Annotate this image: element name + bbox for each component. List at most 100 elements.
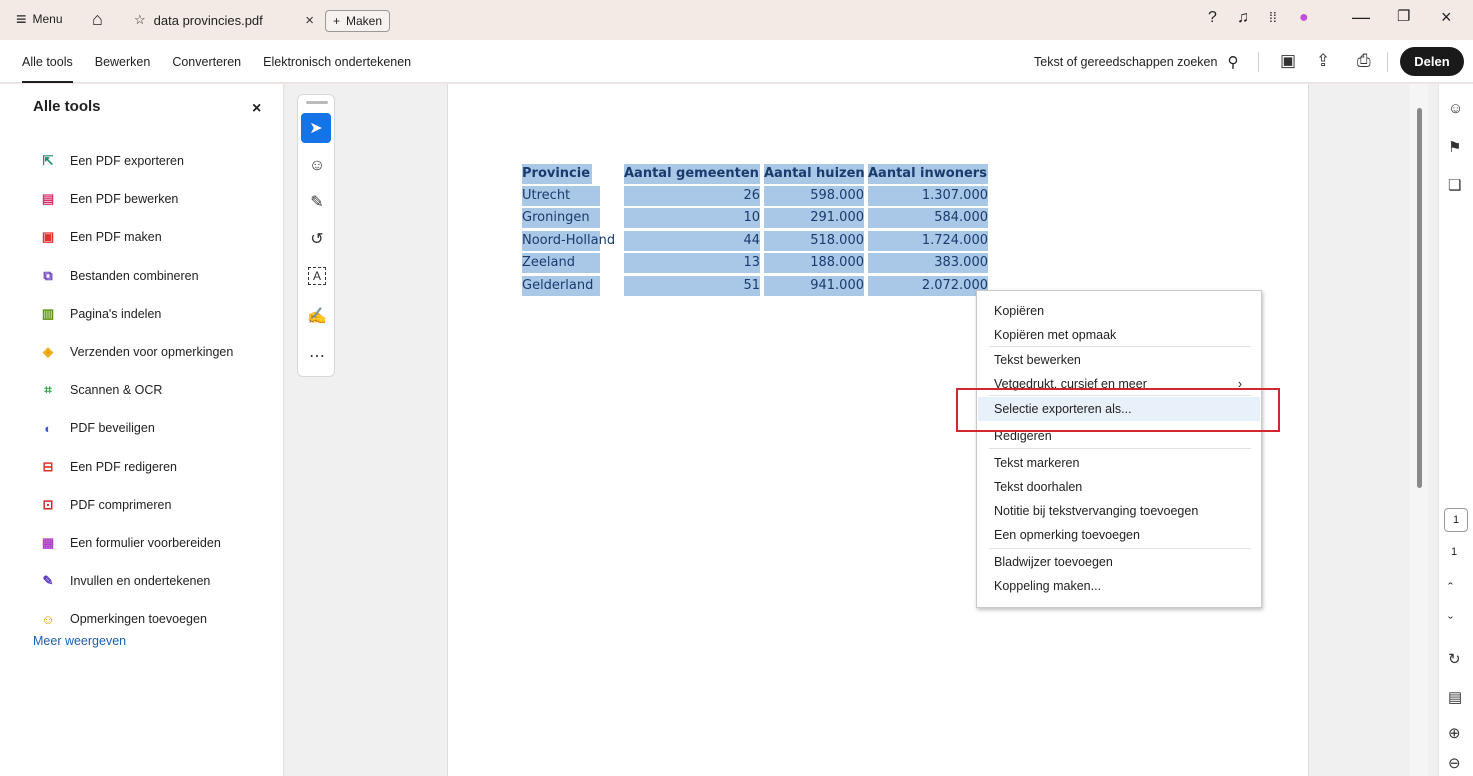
table-cell: 584.000 — [868, 208, 988, 229]
document-tab[interactable]: ☆ data provincies.pdf × — [128, 6, 320, 34]
compress-pdf-icon: ⊡ — [42, 496, 54, 512]
bell-icon[interactable]: ♫ — [1237, 9, 1249, 27]
home-icon[interactable]: ⌂ — [92, 9, 103, 30]
tool-item[interactable]: ▥ Pagina's indelen — [40, 295, 233, 333]
tab-converteren[interactable]: Converteren — [172, 40, 241, 83]
tool-item[interactable]: ◐ PDF beveiligen — [40, 409, 233, 447]
ai-assistant-icon[interactable]: ● — [1299, 9, 1309, 27]
restore-icon[interactable]: ❐ — [1397, 7, 1410, 25]
save-icon[interactable]: ▣ — [1280, 51, 1296, 71]
tool-item[interactable]: ✎ Invullen en ondertekenen — [40, 562, 233, 600]
context-menu-item[interactable]: Kopiëren — [978, 299, 1260, 323]
toolbar-divider — [1387, 52, 1388, 72]
tool-search[interactable]: Tekst of gereedschappen zoeken ⚲ — [1034, 53, 1238, 71]
close-tab-icon[interactable]: × — [305, 12, 314, 29]
tool-item-label: Een PDF exporteren — [70, 154, 184, 169]
scrollbar-thumb[interactable] — [1417, 108, 1422, 488]
table-cell: 44 — [624, 230, 760, 251]
table-cell: 13 — [624, 253, 760, 274]
cloud-upload-icon[interactable]: ⇪ — [1316, 51, 1330, 71]
context-menu-item-label: Tekst doorhalen — [994, 480, 1083, 494]
tool-item[interactable]: ⊡ PDF comprimeren — [40, 486, 233, 524]
signature-tool-icon[interactable]: ✍ — [306, 305, 328, 327]
tool-item-label: Een formulier voorbereiden — [70, 535, 221, 550]
context-menu-item[interactable]: Notitie bij tekstvervanging toevoegen — [978, 499, 1260, 523]
tool-item[interactable]: ◈ Verzenden voor opmerkingen — [40, 333, 233, 371]
table-cell: 188.000 — [764, 253, 864, 274]
context-menu-item[interactable]: Kopiëren met opmaak — [978, 323, 1260, 347]
table-cell: 598.000 — [764, 186, 864, 206]
context-menu-separator — [989, 448, 1251, 449]
comment-tool-icon[interactable]: ☺ — [306, 155, 328, 177]
context-menu-item-label: Bladwijzer toevoegen — [994, 555, 1113, 569]
tool-item-label: Bestanden combineren — [70, 268, 199, 283]
table-cell: 383.000 — [868, 253, 988, 274]
drag-handle[interactable] — [306, 101, 328, 104]
table-cell: 2.072.000 — [868, 275, 988, 296]
table-header-cell: Aantal huizen — [764, 164, 865, 184]
tool-item[interactable]: ⌗ Scannen & OCR — [40, 371, 233, 409]
context-menu-item[interactable]: Een opmerking toevoegen — [978, 523, 1260, 547]
tab-elektronisch-ondertekenen[interactable]: Elektronisch ondertekenen — [263, 40, 411, 83]
menu-button[interactable]: ≡ Menu — [16, 10, 63, 28]
search-icon: ⚲ — [1227, 54, 1239, 71]
context-menu-item[interactable]: Koppeling maken... — [978, 574, 1260, 598]
tool-item[interactable]: ☺ Opmerkingen toevoegen — [40, 600, 233, 638]
help-icon[interactable]: ? — [1208, 9, 1217, 27]
context-menu-item[interactable]: Bladwijzer toevoegen — [978, 550, 1260, 574]
select-cursor-icon[interactable]: ➤ — [301, 113, 331, 143]
comments-panel-icon[interactable]: ☺ — [1448, 100, 1463, 117]
tool-item[interactable]: ▤ Een PDF bewerken — [40, 180, 233, 218]
show-more-link[interactable]: Meer weergeven — [33, 634, 126, 648]
new-tab-button[interactable]: + Maken — [325, 10, 391, 32]
tool-item-label: Opmerkingen toevoegen — [70, 612, 207, 627]
zoom-in-icon[interactable]: ⊕ — [1448, 724, 1461, 742]
table-cell: 291.000 — [764, 208, 864, 229]
bookmarks-panel-icon[interactable]: ⚑ — [1448, 138, 1461, 156]
context-menu-item-label: Kopiëren met opmaak — [994, 328, 1117, 342]
tab-alle-tools[interactable]: Alle tools — [22, 40, 73, 83]
main-toolbar: Alle tools Bewerken Converteren Elektron… — [0, 40, 1473, 83]
print-icon[interactable]: ⎙ — [1357, 51, 1371, 71]
page-up-icon[interactable]: ˆ — [1448, 580, 1453, 597]
all-tools-panel: Alle tools × ⇱ Een PDF exporteren ▤ Een PDF… — [0, 84, 284, 776]
protect-pdf-icon: ◐ — [44, 420, 52, 436]
share-button[interactable]: Delen — [1400, 47, 1464, 76]
tool-item-label: Pagina's indelen — [70, 306, 162, 321]
tool-item-label: PDF comprimeren — [70, 497, 172, 512]
context-menu-item[interactable]: Tekst doorhalen — [978, 475, 1260, 499]
pages-panel-icon[interactable]: ❏ — [1448, 176, 1461, 194]
apps-icon[interactable]: ⁞⁞ — [1269, 9, 1277, 25]
pen-tool-icon[interactable]: ✎ — [306, 191, 328, 213]
tool-item[interactable]: ▣ Een PDF maken — [40, 218, 233, 256]
page-fit-icon[interactable]: ▤ — [1448, 688, 1462, 706]
tab-bewerken[interactable]: Bewerken — [95, 40, 151, 83]
table-cell: Gelderland — [522, 275, 600, 296]
table-cell: Noord-Holland — [522, 230, 615, 251]
tool-item[interactable]: ⧉ Bestanden combineren — [40, 257, 233, 295]
page-down-icon[interactable]: ˇ — [1448, 614, 1453, 631]
star-icon[interactable]: ☆ — [134, 12, 146, 28]
redact-pdf-icon: ⊟ — [42, 458, 54, 474]
tool-item[interactable]: ⊟ Een PDF redigeren — [40, 448, 233, 486]
context-menu-item[interactable]: Tekst markeren — [978, 451, 1260, 475]
organize-pages-icon: ▥ — [41, 305, 55, 321]
context-menu-item-label: Tekst bewerken — [994, 353, 1081, 367]
text-box-tool-icon[interactable]: A — [308, 267, 326, 285]
toolbar-divider — [1258, 52, 1259, 72]
tool-item[interactable]: ⇱ Een PDF exporteren — [40, 142, 233, 180]
tool-item-label: Een PDF redigeren — [70, 459, 178, 474]
rotate-icon[interactable]: ↻ — [1448, 650, 1461, 668]
current-page-input[interactable]: 1 — [1444, 508, 1468, 532]
tool-item[interactable]: ▦ Een formulier voorbereiden — [40, 524, 233, 562]
window-close-icon[interactable]: × — [1441, 7, 1452, 28]
more-tools-icon[interactable]: ⋯ — [306, 345, 328, 367]
tool-item-label: PDF beveiligen — [70, 421, 155, 436]
lasso-tool-icon[interactable]: ↺ — [306, 228, 328, 250]
close-panel-icon[interactable]: × — [252, 100, 261, 118]
zoom-out-icon[interactable]: ⊖ — [1448, 754, 1461, 772]
comment-icon: ☺ — [41, 611, 55, 627]
minimize-icon[interactable]: — — [1352, 7, 1370, 28]
context-menu-item[interactable]: Tekst bewerken — [978, 348, 1260, 372]
table-cell: 26 — [624, 186, 760, 206]
